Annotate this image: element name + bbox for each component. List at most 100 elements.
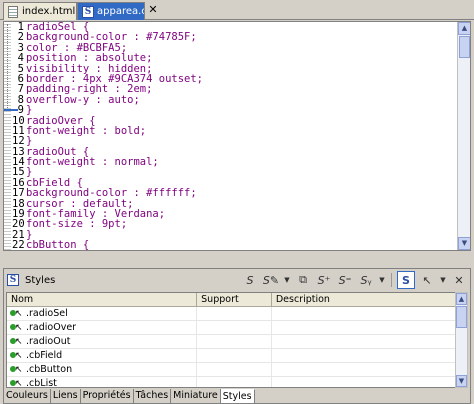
code-text: position : absolute; (26, 52, 153, 65)
line-number: 22 (12, 239, 25, 251)
stylesheet-icon: S (82, 5, 94, 18)
panel-title: Styles (25, 274, 56, 286)
code-line[interactable]: 22 cbButton { (12, 240, 462, 250)
apply-style-icon[interactable]: S ⁼ (336, 271, 354, 289)
style-description-cell (272, 307, 457, 321)
style-description-cell (272, 321, 457, 335)
code-text: overflow-y : auto; (26, 93, 140, 106)
fold-region-line (7, 24, 8, 110)
table-row[interactable]: ↖ .cbList (7, 377, 457, 388)
table-row[interactable]: ↖ .cbButton (7, 363, 457, 377)
style-name-cell: ↖ .radioSel (7, 307, 198, 321)
code-line[interactable]: 9} (12, 104, 462, 117)
style-name: .radioSel (26, 308, 68, 319)
editor-tab-strip: index.html S apparea.css ✕ (0, 0, 474, 20)
column-header-support[interactable]: Support (197, 293, 272, 307)
tab-label: index.html (22, 6, 76, 17)
editor-vertical-scrollbar[interactable]: ▲ ▼ (457, 22, 470, 250)
scroll-thumb[interactable] (459, 36, 470, 58)
table-row[interactable]: ↖ .radioOut (7, 335, 457, 349)
new-style-icon[interactable]: S (241, 271, 259, 289)
style-name-cell: ↖ .cbField (7, 349, 198, 363)
style-rule-icon: ↖ (10, 364, 24, 376)
style-name: .cbField (26, 350, 63, 361)
close-tab-icon[interactable]: ✕ (146, 3, 160, 17)
table-header: Nom Support Description (7, 293, 457, 307)
panel-bottom-tabs: Couleurs Liens Propriétés Tâches Miniature St… (4, 389, 470, 403)
style-rule-icon: ↖ (10, 336, 24, 348)
scroll-thumb[interactable] (456, 306, 467, 328)
table-body: ↖ .radioSel ↖ .radioOver ↖ .radioOut ↖ .cbField… (7, 307, 457, 388)
style-support-cell (197, 321, 272, 335)
bottom-tab[interactable]: Liens (51, 389, 81, 403)
style-support-cell (197, 335, 272, 349)
style-name-cell: ↖ .radioOut (7, 335, 198, 349)
style-support-cell (197, 377, 272, 387)
style-name: .radioOver (26, 322, 77, 333)
close-panel-icon[interactable]: ✕ (450, 271, 468, 289)
style-support-cell (197, 307, 272, 321)
table-row[interactable]: ↖ .radioSel (7, 307, 457, 321)
code-editor[interactable]: 1 radioSel {2 background-color : #74785F; 3… (3, 21, 471, 251)
code-line[interactable]: 20 font-size : 9pt; (12, 218, 462, 231)
line-number: 9 (17, 104, 24, 117)
pointer-icon[interactable]: ↖ (418, 271, 436, 289)
style-description-cell (272, 335, 457, 349)
style-rule-icon: ↖ (10, 308, 24, 320)
style-options-dropdown-icon[interactable]: ▼ (378, 276, 386, 284)
style-description-cell (272, 377, 457, 387)
edit-style-dropdown-icon[interactable]: ▼ (283, 276, 291, 284)
code-text: font-weight : bold; (26, 124, 147, 137)
code-line[interactable]: 8 overflow-y : auto; (12, 93, 462, 106)
panel-splitter[interactable] (0, 252, 474, 268)
table-row[interactable]: ↖ .radioOver (7, 321, 457, 335)
column-header-description[interactable]: Description (272, 293, 457, 307)
style-description-cell (272, 349, 457, 363)
style-description-cell (272, 363, 457, 377)
edit-style-icon[interactable]: S ✎ (262, 271, 280, 289)
column-header-nom[interactable]: Nom (7, 293, 198, 307)
code-line[interactable]: 4 position : absolute; (12, 52, 462, 65)
style-rule-icon: ↖ (10, 350, 24, 362)
style-name: .radioOut (26, 336, 71, 347)
scroll-up-arrow-icon[interactable]: ▲ (456, 293, 467, 305)
style-support-cell (197, 349, 272, 363)
bottom-tab[interactable]: Tâches (134, 389, 172, 403)
style-name-cell: ↖ .cbList (7, 377, 198, 388)
style-name-cell: ↖ .cbButton (7, 363, 198, 377)
code-text: } (26, 104, 33, 117)
scroll-down-arrow-icon[interactable]: ▼ (458, 237, 470, 250)
link-style-icon[interactable]: S ⁺ (315, 271, 333, 289)
html-file-icon (8, 5, 18, 18)
code-text: font-weight : normal; (26, 156, 159, 169)
style-rule-icon: ↖ (10, 322, 24, 334)
table-row[interactable]: ↖ .cbField (7, 349, 457, 363)
bottom-tab[interactable]: Styles (220, 389, 255, 403)
bottom-tab[interactable]: Couleurs (4, 389, 51, 403)
code-text: cbButton { (26, 239, 90, 251)
code-text: font-size : 9pt; (26, 218, 128, 231)
styles-toolbar: S S ✎ ▼ ⧉ S ⁺ S ⁼ Sᵧ ▼ S ↖ ▼ ✕ (241, 271, 468, 289)
line-number: 4 (17, 52, 24, 65)
scroll-down-arrow-icon[interactable]: ▼ (456, 375, 467, 387)
tab-apparea-css[interactable]: S apparea.css (77, 2, 145, 20)
styles-view-icon[interactable]: S (397, 271, 415, 289)
bottom-tab[interactable]: Propriétés (81, 389, 134, 403)
copy-style-icon[interactable]: ⧉ (294, 271, 312, 289)
toolbar-separator (391, 273, 392, 287)
style-support-cell (197, 363, 272, 377)
style-name: .cbButton (26, 364, 73, 375)
style-name-cell: ↖ .radioOver (7, 321, 198, 335)
code-line[interactable]: 14 font-weight : normal; (12, 156, 462, 169)
styles-vertical-scrollbar[interactable]: ▲ ▼ (455, 292, 468, 388)
view-dropdown-icon[interactable]: ▼ (439, 276, 447, 284)
scroll-up-arrow-icon[interactable]: ▲ (458, 22, 470, 35)
code-lines[interactable]: 1 radioSel {2 background-color : #74785F; 3… (12, 22, 462, 250)
tab-label: apparea.css (97, 6, 144, 17)
style-name: .cbList (26, 378, 57, 388)
bottom-tab[interactable]: Miniature (171, 389, 221, 403)
code-line[interactable]: 11 font-weight : bold; (12, 124, 462, 137)
styles-panel-icon: S (7, 274, 19, 286)
tab-index-html[interactable]: index.html (3, 2, 77, 20)
style-options-icon[interactable]: Sᵧ (357, 271, 375, 289)
